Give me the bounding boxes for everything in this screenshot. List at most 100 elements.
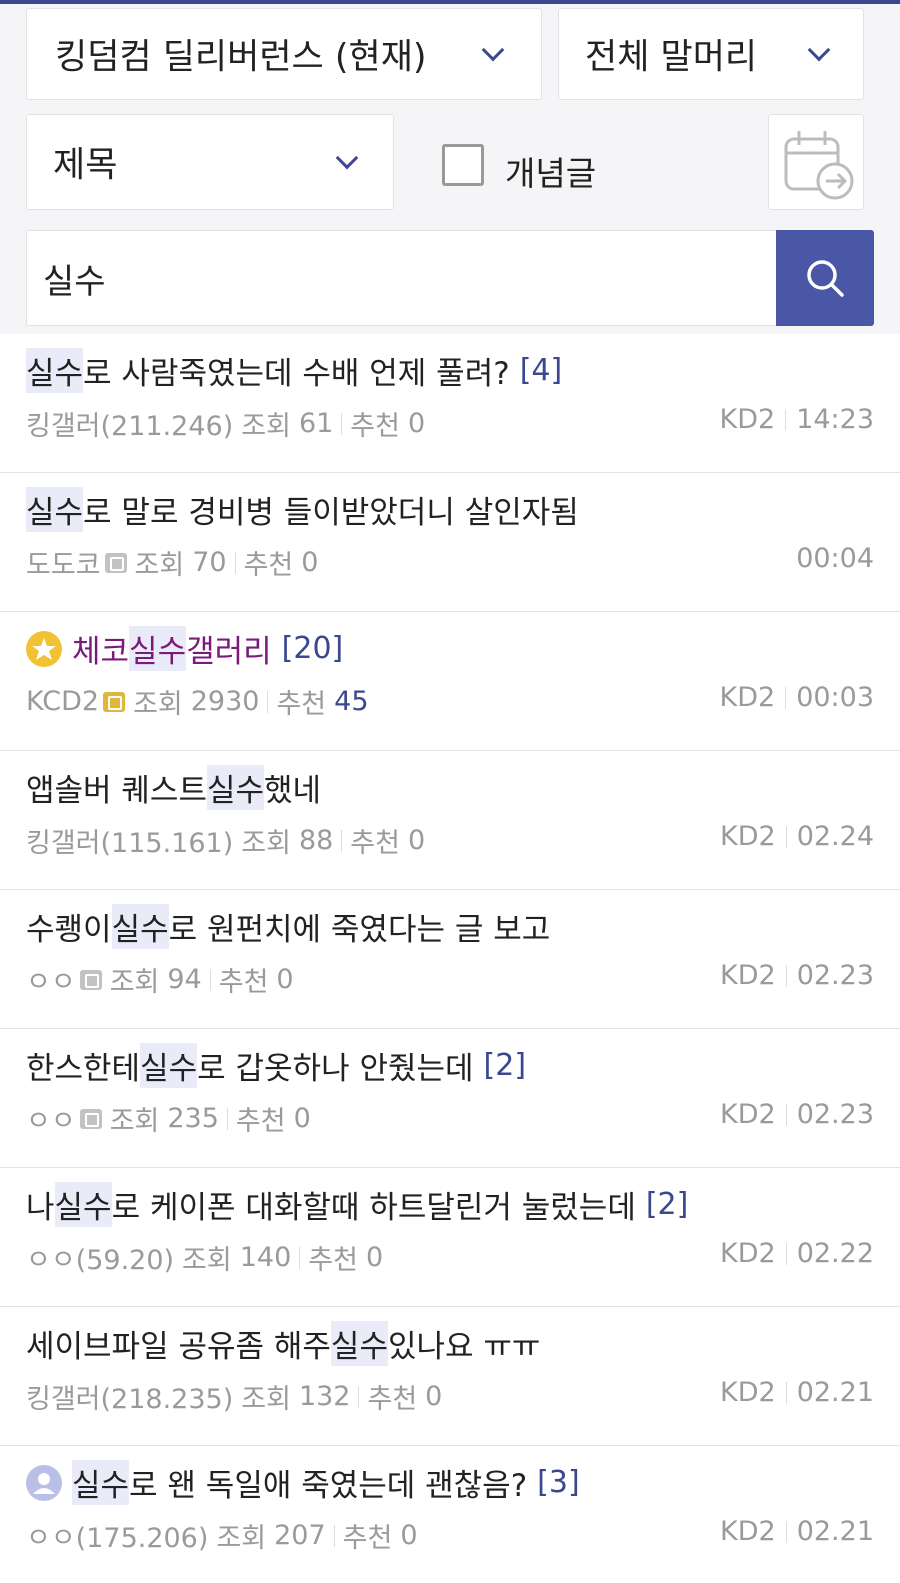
post-time: 02.21: [796, 1377, 874, 1408]
post-title[interactable]: 실수 로 사람죽였는데 수배 언제 풀려? [4]: [26, 348, 562, 393]
recommend-count: 0: [276, 964, 294, 995]
view-count: 140: [239, 1242, 292, 1273]
view-count: 2930: [190, 686, 260, 717]
post-meta: ㅇㅇ(59.20) 조회 140 추천 0: [26, 1238, 383, 1277]
view-count: 70: [192, 547, 227, 578]
post-time: 02.24: [796, 821, 874, 852]
post-row[interactable]: 앱솔버 퀘스트 실수 했네 킹갤러(115.161) 조회 88 추천 0 KD2 02.2…: [0, 751, 900, 890]
post-row[interactable]: 실수 로 사람죽였는데 수배 언제 풀려? [4] 킹갤러(211.246) 조회 61…: [0, 334, 900, 473]
post-author: 킹갤러(218.235): [26, 1384, 234, 1415]
view-count: 132: [298, 1381, 351, 1412]
post-right-meta: KD2 14:23: [720, 404, 875, 435]
post-right-meta: KD2 02.21: [720, 1516, 874, 1547]
header-select-label: 전체 말머리: [585, 37, 758, 78]
chevron-down-icon: [481, 38, 505, 62]
post-title[interactable]: 실수 로 말로 경비병 들이받았더니 살인자됨: [26, 487, 579, 532]
post-row[interactable]: 나 실수 로 케이폰 대화할때 하트달린거 눌렀는데 [2] ㅇㅇ(59.20) 조회…: [0, 1168, 900, 1307]
post-time: 02.23: [796, 1099, 874, 1130]
post-meta: KCD2 조회 2930 추천 45: [26, 686, 369, 720]
post-time: 02.21: [796, 1516, 874, 1547]
search-input[interactable]: [26, 230, 776, 326]
gallery-select[interactable]: 킹덤컴 딜리버런스 (현재): [26, 8, 542, 100]
post-author: KCD2: [26, 686, 100, 717]
post-tag: KD2: [720, 1377, 776, 1408]
post-title[interactable]: 한스한테 실수 로 갑옷하나 안줬는데 [2]: [26, 1043, 526, 1088]
post-tag: KD2: [720, 960, 776, 991]
post-tag: KD2: [719, 682, 776, 713]
view-count: 88: [298, 825, 334, 856]
post-time: 02.23: [796, 960, 874, 991]
view-count: 235: [167, 1103, 219, 1134]
keyword-highlight: 실수: [72, 1460, 130, 1505]
post-meta: ㅇㅇ 조회 235 추천 0: [26, 1099, 311, 1138]
post-meta: 도도코 조회 70 추천 0: [26, 543, 318, 582]
recommend-count: 0: [407, 408, 426, 439]
post-row[interactable]: 수쾡이 실수 로 원펀치에 죽였다는 글 보고 ㅇㅇ 조회 94 추천 0 KD2 02.2…: [0, 890, 900, 1029]
keyword-highlight: 실수: [206, 765, 265, 810]
keyword-highlight: 실수: [26, 487, 84, 532]
post-title[interactable]: 세이브파일 공유좀 해주 실수 있나요 ㅠㅠ: [26, 1321, 540, 1366]
recommend-count: 0: [365, 1242, 384, 1273]
post-time: 00:04: [796, 543, 874, 574]
keyword-highlight: 실수: [111, 904, 169, 949]
calendar-arrow-icon: [784, 131, 854, 200]
post-right-meta: KD2 02.23: [720, 1099, 874, 1130]
search-field-select[interactable]: 제목: [26, 114, 394, 210]
fixed-nick-badge-icon: [104, 552, 127, 573]
chevron-down-icon: [807, 38, 831, 62]
post-title[interactable]: 수쾡이 실수 로 원펀치에 죽였다는 글 보고: [26, 904, 550, 949]
comment-count: [20]: [281, 631, 344, 666]
post-tag: KD2: [720, 1238, 776, 1269]
semi-nick-badge-icon: [103, 691, 126, 712]
post-author: 킹갤러(115.161): [26, 828, 234, 859]
concept-post-label[interactable]: 개념글: [505, 147, 596, 195]
post-meta: ㅇㅇ 조회 94 추천 0: [26, 960, 294, 999]
post-author: ㅇㅇ(175.206): [26, 1523, 209, 1554]
view-count: 94: [167, 964, 202, 995]
post-author: ㅇㅇ: [26, 1106, 76, 1137]
post-right-meta: KD2 02.21: [720, 1377, 874, 1408]
post-title[interactable]: 나 실수 로 케이폰 대화할때 하트달린거 눌렀는데 [2]: [26, 1182, 688, 1227]
comment-count: [2]: [645, 1187, 689, 1222]
post-title[interactable]: 실수 로 왠 독일애 죽였는데 괜찮음? [3]: [26, 1460, 580, 1505]
view-count: 61: [298, 408, 334, 439]
post-tag: KD2: [720, 821, 776, 852]
date-search-button[interactable]: [768, 114, 864, 210]
view-count: 207: [274, 1520, 326, 1551]
post-row[interactable]: 체코 실수 갤러리 [20] KCD2 조회 2930 추천 45 KD2 00:03: [0, 612, 900, 751]
gallery-select-label: 킹덤컴 딜리버런스 (현재): [55, 37, 427, 78]
search-button[interactable]: [776, 230, 874, 326]
post-row[interactable]: 실수 로 왠 독일애 죽였는데 괜찮음? [3] ㅇㅇ(175.206) 조회 207 추…: [0, 1446, 900, 1583]
post-time: 14:23: [796, 404, 874, 435]
keyword-highlight: 실수: [26, 348, 84, 393]
chevron-down-icon: [335, 146, 359, 170]
post-right-meta: KD2 02.23: [720, 960, 874, 991]
post-title[interactable]: 체코 실수 갤러리 [20]: [26, 626, 343, 671]
keyword-highlight: 실수: [54, 1182, 112, 1227]
fixed-nick-badge-icon: [79, 1108, 102, 1129]
post-right-meta: 00:04: [796, 543, 874, 574]
post-author: ㅇㅇ(59.20): [26, 1245, 175, 1276]
post-row[interactable]: 세이브파일 공유좀 해주 실수 있나요 ㅠㅠ 킹갤러(218.235) 조회 132 추천…: [0, 1307, 900, 1446]
recommend-count: 0: [293, 1103, 311, 1134]
post-right-meta: KD2 02.22: [720, 1238, 874, 1269]
post-title[interactable]: 앱솔버 퀘스트 실수 했네: [26, 765, 321, 810]
header-select[interactable]: 전체 말머리: [558, 8, 864, 100]
post-author: ㅇㅇ: [26, 967, 76, 998]
recommend-count: 45: [334, 686, 369, 717]
keyword-highlight: 실수: [330, 1321, 388, 1366]
post-row[interactable]: 실수 로 말로 경비병 들이받았더니 살인자됨 도도코 조회 70 추천 0 00:04: [0, 473, 900, 612]
recommend-count: 0: [301, 547, 319, 578]
post-meta: ㅇㅇ(175.206) 조회 207 추천 0: [26, 1516, 418, 1555]
comment-count: [2]: [483, 1048, 527, 1083]
post-row[interactable]: 한스한테 실수 로 갑옷하나 안줬는데 [2] ㅇㅇ 조회 235 추천 0 KD2 02.2…: [0, 1029, 900, 1168]
post-meta: 킹갤러(218.235) 조회 132 추천 0: [26, 1377, 442, 1416]
post-author: 도도코: [26, 550, 101, 581]
post-right-meta: KD2 02.24: [720, 821, 874, 852]
recommend-count: 0: [400, 1520, 418, 1551]
recommend-count: 0: [407, 825, 426, 856]
search-field-label: 제목: [53, 145, 118, 186]
post-right-meta: KD2 00:03: [720, 682, 875, 713]
concept-post-checkbox[interactable]: [442, 144, 484, 186]
user-icon: [26, 1464, 62, 1501]
